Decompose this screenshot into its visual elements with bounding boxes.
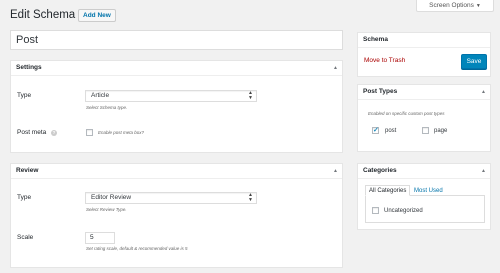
categories-title: Categories bbox=[363, 167, 397, 174]
post-types-title: Post Types bbox=[363, 88, 398, 95]
screen-options-label: Screen Options bbox=[429, 2, 474, 9]
schema-box-title: Schema bbox=[363, 36, 388, 43]
post-meta-checkbox-label: Enable post meta box? bbox=[98, 130, 145, 135]
title-input[interactable]: Post bbox=[10, 30, 343, 50]
scale-label: Scale bbox=[17, 234, 34, 241]
post-type-checkbox-page[interactable] bbox=[422, 127, 429, 134]
post-type-label-page: page bbox=[434, 128, 448, 134]
save-button[interactable]: Save bbox=[461, 54, 487, 69]
review-panel-title: Review bbox=[16, 167, 39, 174]
categories-header[interactable]: Categories ▲ bbox=[358, 164, 490, 179]
review-panel: Review ▲ Type Editor Review ▲ ▼ Select Re… bbox=[10, 163, 343, 268]
categories-list: Uncategorized bbox=[365, 195, 485, 223]
help-icon[interactable]: ? bbox=[51, 129, 57, 136]
review-type-hint: Select Review Type. bbox=[86, 207, 127, 212]
post-types-header[interactable]: Post Types ▲ bbox=[358, 85, 490, 100]
collapse-arrow-icon[interactable]: ▲ bbox=[333, 164, 338, 178]
category-checkbox-uncategorized[interactable] bbox=[372, 207, 379, 214]
move-to-trash-link[interactable]: Move to Trash bbox=[364, 57, 405, 64]
collapse-arrow-icon[interactable]: ▲ bbox=[481, 164, 486, 178]
categories-box: Categories ▲ All Categories Most Used Un… bbox=[357, 163, 491, 230]
settings-panel: Settings ▲ Type Article ▲ ▼ Select Schema… bbox=[10, 60, 343, 153]
post-types-hint: Enabled on specific custom post types bbox=[368, 111, 445, 116]
scale-hint: Set rating scale, default & recommended … bbox=[86, 246, 188, 251]
post-type-label-post: post bbox=[385, 128, 397, 134]
collapse-arrow-icon[interactable]: ▲ bbox=[333, 61, 338, 75]
post-meta-label: Post meta bbox=[17, 129, 47, 136]
review-type-label: Type bbox=[17, 194, 32, 201]
post-type-checkbox-post[interactable] bbox=[372, 126, 379, 134]
tab-all-categories[interactable]: All Categories bbox=[365, 185, 411, 196]
post-types-box: Post Types ▲ Enabled on specific custom … bbox=[357, 84, 491, 152]
settings-panel-header[interactable]: Settings ▲ bbox=[11, 61, 342, 76]
review-type-select[interactable]: Editor Review ▲ ▼ bbox=[85, 192, 257, 204]
collapse-arrow-icon[interactable]: ▲ bbox=[481, 85, 486, 99]
schema-type-value: Article bbox=[91, 92, 110, 99]
category-label-uncategorized: Uncategorized bbox=[384, 208, 423, 214]
settings-panel-title: Settings bbox=[16, 64, 42, 71]
select-arrows-icon: ▲ ▼ bbox=[248, 192, 253, 203]
post-meta-checkbox[interactable] bbox=[86, 129, 93, 136]
page-title: Edit Schema bbox=[10, 9, 76, 21]
chevron-down-icon: ▼ bbox=[475, 3, 481, 9]
add-new-button[interactable]: Add New bbox=[78, 9, 116, 22]
type-label: Type bbox=[17, 92, 32, 99]
schema-box: Schema Move to Trash Save bbox=[357, 32, 491, 77]
review-panel-header[interactable]: Review ▲ bbox=[11, 164, 342, 179]
schema-type-select[interactable]: Article ▲ ▼ bbox=[85, 90, 257, 102]
screen-options-button[interactable]: Screen Options ▼ bbox=[416, 0, 494, 12]
schema-type-hint: Select Schema type. bbox=[86, 105, 128, 110]
select-arrows-icon: ▲ ▼ bbox=[248, 90, 253, 101]
scale-input[interactable]: 5 bbox=[85, 232, 115, 244]
review-type-value: Editor Review bbox=[91, 194, 132, 201]
schema-box-header: Schema bbox=[358, 33, 490, 48]
